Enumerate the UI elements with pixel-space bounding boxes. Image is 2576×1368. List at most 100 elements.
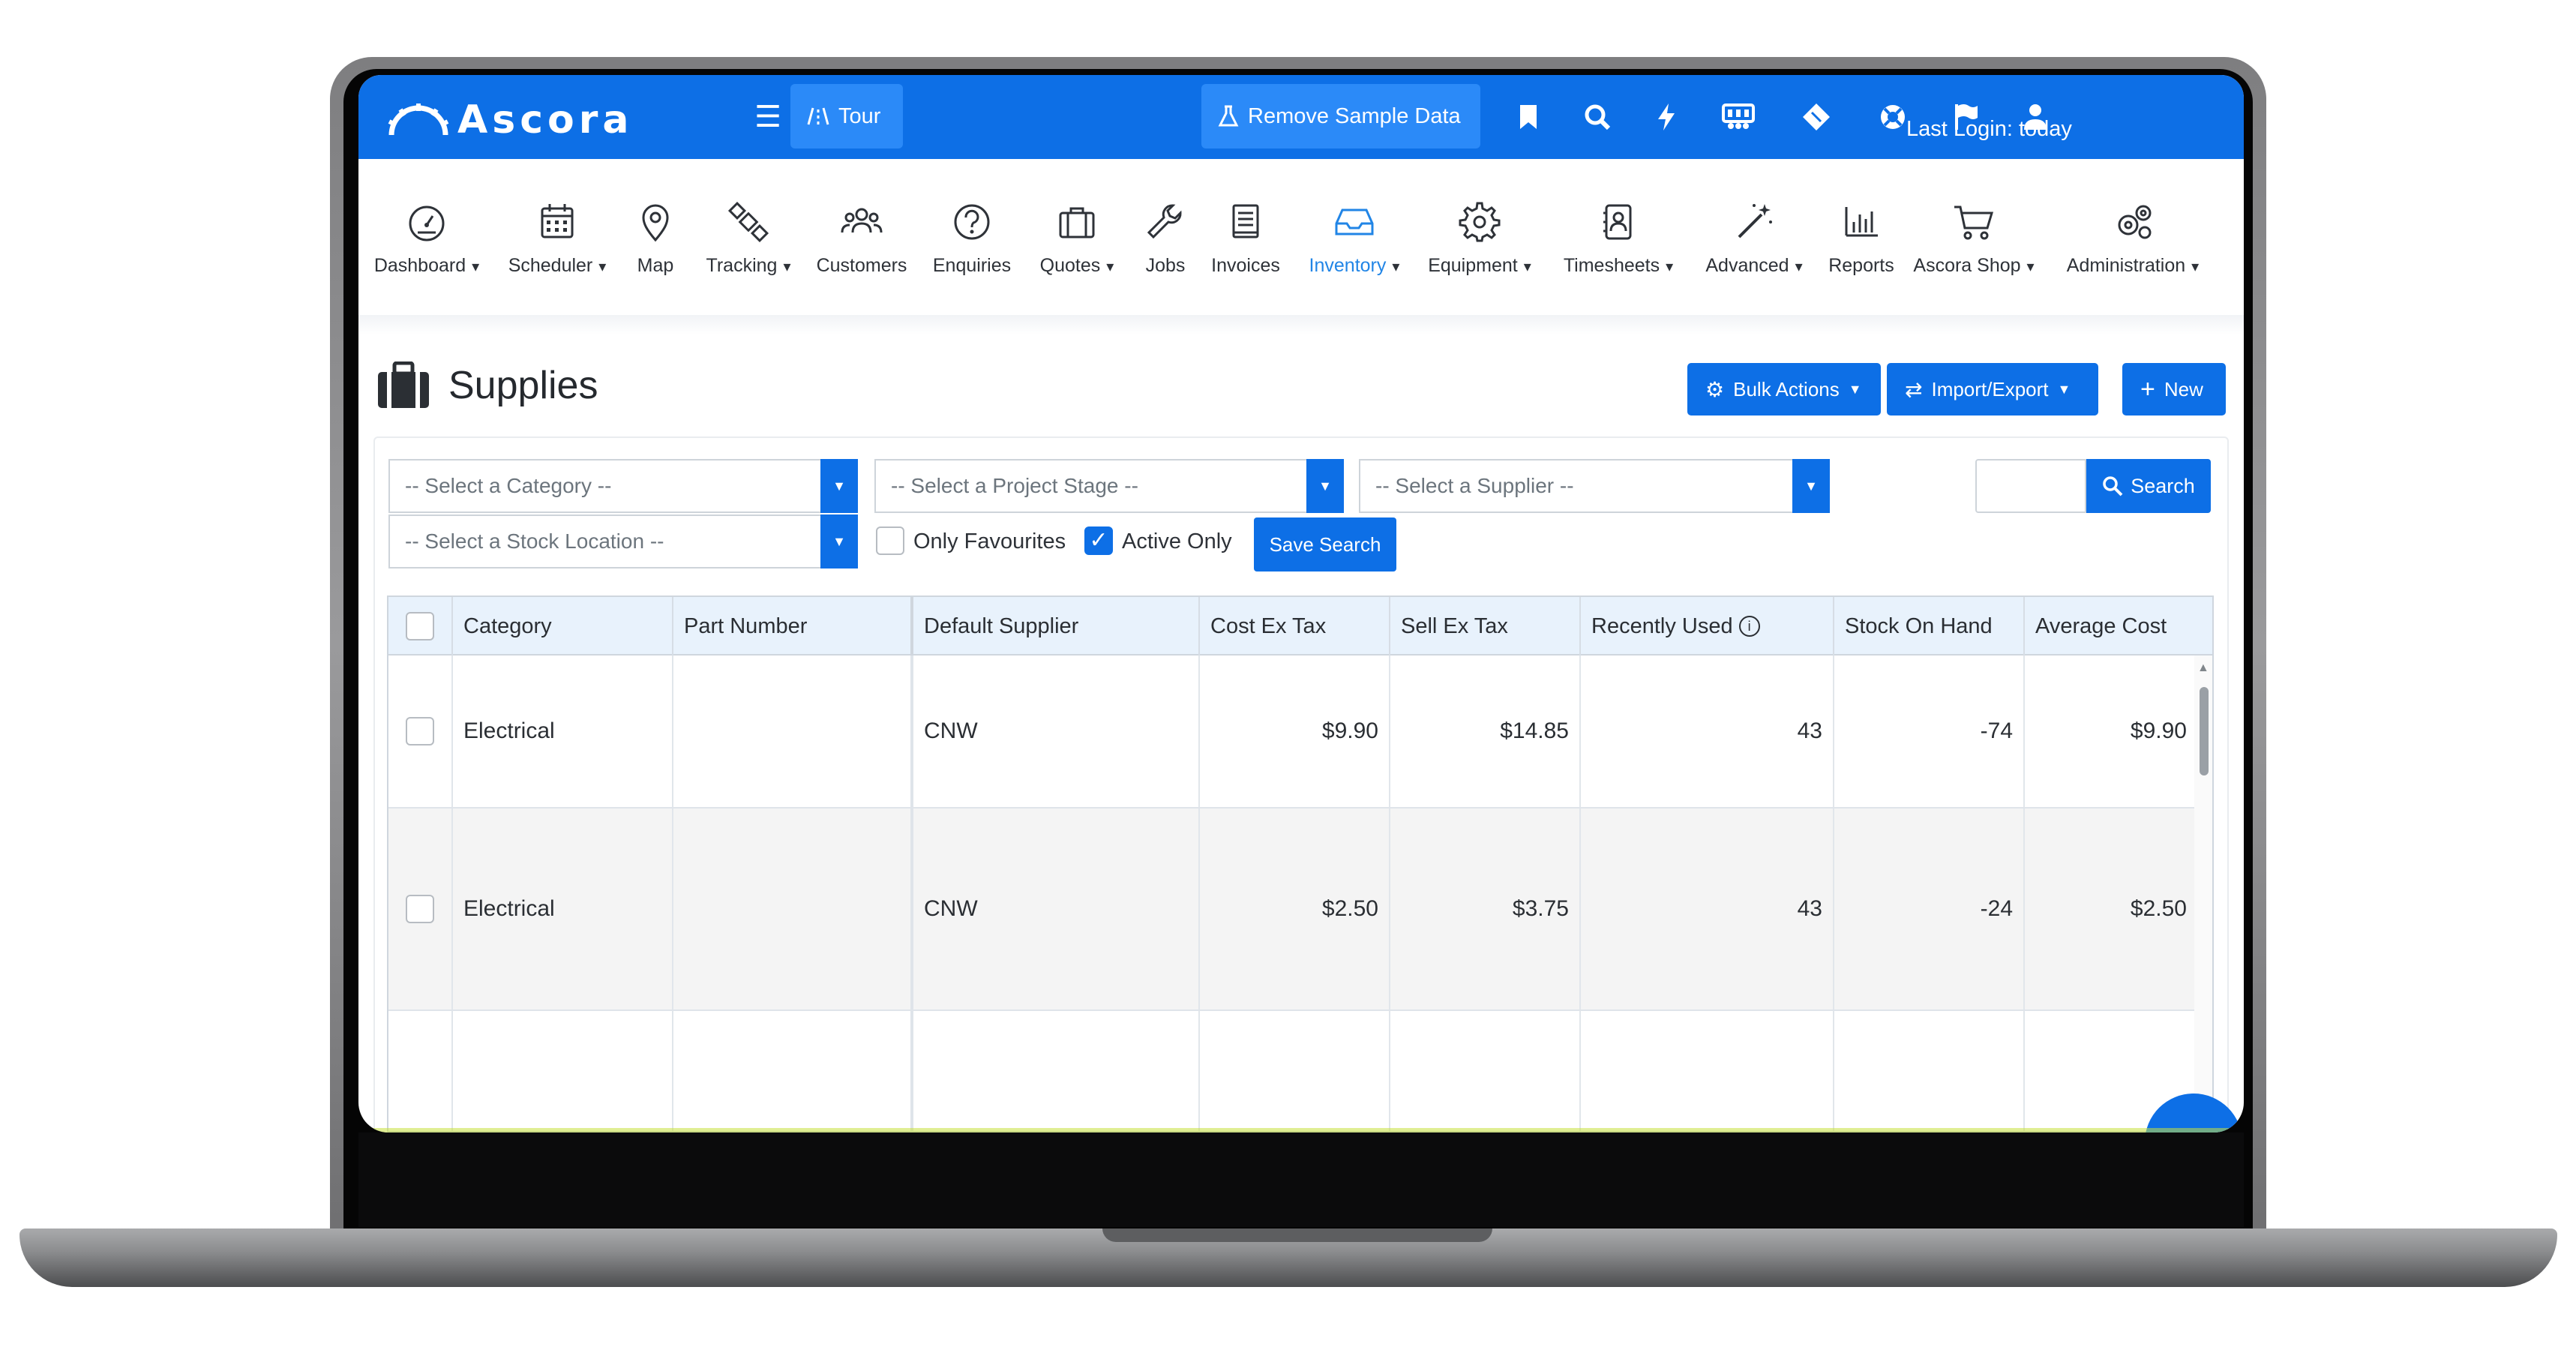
column-header-average-cost[interactable]: Average Cost: [2025, 597, 2212, 656]
lightning-icon[interactable]: [1644, 94, 1689, 140]
module-label: Equipment: [1428, 255, 1518, 276]
row-checkbox[interactable]: [406, 717, 434, 746]
save-search-button[interactable]: Save Search: [1254, 518, 1396, 572]
cell-cost: [1200, 1011, 1390, 1131]
project-stage-select[interactable]: -- Select a Project Stage -- ▼: [874, 459, 1344, 513]
tour-label: Tour: [838, 104, 881, 128]
cart-icon: [1954, 206, 1994, 240]
brand-logo[interactable]: Ascora: [387, 98, 633, 142]
column-header-stock-on-hand[interactable]: Stock On Hand: [1834, 597, 2025, 656]
cell-sell: $14.85: [1390, 656, 1581, 807]
cell-supplier: [913, 1011, 1200, 1131]
column-header-cost-ex-tax[interactable]: Cost Ex Tax: [1200, 597, 1390, 656]
module-equipment[interactable]: Equipment ▾: [1422, 200, 1537, 277]
cell-recently-used: 43: [1581, 656, 1834, 807]
stock-location-select-value: -- Select a Stock Location --: [405, 530, 664, 553]
module-scheduler[interactable]: Scheduler ▾: [502, 200, 612, 277]
chevron-down-icon: ▼: [1792, 459, 1830, 513]
table-row[interactable]: Electrical CNW $2.50 $3.75 43 -24 $2.50: [388, 808, 2197, 1011]
module-reports[interactable]: Reports: [1824, 200, 1899, 277]
new-button[interactable]: + New: [2122, 363, 2226, 416]
module-inventory[interactable]: Inventory ▾: [1300, 200, 1408, 277]
tour-button[interactable]: Tour: [790, 84, 903, 148]
module-advanced[interactable]: Advanced ▾: [1699, 200, 1809, 277]
row-checkbox[interactable]: [406, 895, 434, 923]
module-jobs[interactable]: Jobs: [1135, 200, 1195, 277]
remove-sample-data-label: Remove Sample Data: [1248, 104, 1461, 128]
cell-category: Electrical: [453, 808, 673, 1010]
import-export-label: Import/Export: [1931, 377, 2049, 400]
search-button[interactable]: Search: [2086, 459, 2211, 513]
module-timesheets[interactable]: Timesheets ▾: [1557, 200, 1680, 277]
stock-location-select[interactable]: -- Select a Stock Location -- ▼: [388, 514, 858, 568]
remove-sample-data-button[interactable]: Remove Sample Data: [1201, 84, 1480, 148]
gears-icon: [2118, 205, 2152, 239]
module-ascora-shop[interactable]: Ascora Shop ▾: [1906, 200, 2041, 277]
cell-stock-on-hand: [1834, 1011, 2025, 1131]
row-select-cell: [388, 808, 453, 1010]
question-icon: [954, 204, 990, 240]
module-quotes[interactable]: Quotes ▾: [1032, 200, 1122, 277]
module-tracking[interactable]: Tracking ▾: [696, 200, 801, 277]
search-input[interactable]: [1975, 459, 2086, 513]
only-favourites-checkbox[interactable]: [876, 526, 904, 555]
cell-recently-used: 43: [1581, 808, 1834, 1010]
module-map[interactable]: Map: [625, 200, 685, 277]
scroll-up-arrow-icon[interactable]: ▲: [2197, 662, 2209, 675]
hamburger-menu-icon[interactable]: ☰: [745, 94, 790, 140]
top-bar: Ascora ☰ Tour Remove Sample Data Last Lo…: [358, 75, 2244, 159]
column-header-sell-ex-tax[interactable]: Sell Ex Tax: [1390, 597, 1581, 656]
calendar-icon: [541, 204, 574, 238]
supplier-select[interactable]: -- Select a Supplier -- ▼: [1359, 459, 1830, 513]
caret-down-icon: ▼: [2057, 381, 2071, 397]
module-dashboard[interactable]: Dashboard ▾: [369, 200, 484, 277]
table-row[interactable]: [388, 1011, 2197, 1131]
cell-sell: [1390, 1011, 1581, 1131]
search-icon[interactable]: [1575, 94, 1620, 140]
module-administration[interactable]: Administration ▾: [2055, 200, 2211, 277]
module-enquiries[interactable]: Enquiries: [927, 200, 1017, 277]
screen-edge-highlight: [358, 1128, 2244, 1132]
import-export-button[interactable]: ⇄ Import/Export ▼: [1887, 363, 2098, 416]
column-header-recently-used[interactable]: Recently Used i: [1581, 597, 1834, 656]
table-row[interactable]: Electrical CNW $9.90 $14.85 43 -74 $9.90: [388, 656, 2197, 808]
gear-icon: ⚙: [1705, 377, 1725, 401]
module-label: Jobs: [1145, 255, 1186, 276]
ticket-icon[interactable]: [1794, 94, 1839, 140]
cell-category: [453, 1011, 673, 1131]
speedometer-icon: [409, 206, 445, 242]
chevron-down-icon: ▼: [820, 459, 858, 513]
cell-cost: $2.50: [1200, 808, 1390, 1010]
module-label: Administration: [2066, 255, 2186, 276]
info-icon[interactable]: i: [1738, 616, 1760, 637]
module-customers[interactable]: Customers: [813, 200, 910, 277]
module-label: Advanced: [1705, 255, 1789, 276]
column-header-category[interactable]: Category: [453, 597, 673, 656]
select-all-checkbox[interactable]: [406, 612, 434, 640]
team-board-icon[interactable]: [1716, 94, 1761, 140]
bulk-actions-button[interactable]: ⚙ Bulk Actions ▼: [1687, 363, 1881, 416]
inbox-icon: [1335, 208, 1374, 236]
bookmark-icon[interactable]: [1506, 94, 1551, 140]
caret-down-icon: ▼: [1848, 381, 1862, 397]
cell-stock-on-hand: -24: [1834, 808, 2025, 1010]
column-header-part-number[interactable]: Part Number: [673, 597, 913, 656]
recently-used-label: Recently Used: [1591, 614, 1733, 638]
cell-category: Electrical: [453, 656, 673, 807]
scroll-thumb[interactable]: [2200, 687, 2209, 776]
search-icon: [2103, 476, 2123, 496]
cell-part-number: [673, 808, 913, 1010]
active-only-checkbox[interactable]: ✓: [1084, 526, 1113, 555]
module-invoices[interactable]: Invoices: [1204, 200, 1287, 277]
category-select[interactable]: -- Select a Category -- ▼: [388, 459, 858, 513]
module-label: Dashboard: [373, 255, 466, 276]
cell-recently-used: [1581, 1011, 1834, 1131]
laptop-base-notch: [1102, 1228, 1492, 1242]
column-header-default-supplier[interactable]: Default Supplier: [913, 597, 1200, 656]
table-scrollbar[interactable]: ▲: [2194, 656, 2212, 1131]
wrench-icon: [1147, 204, 1182, 239]
module-label: Ascora Shop: [1913, 255, 2021, 276]
sun-logo-icon: [388, 104, 449, 136]
cell-part-number: [673, 656, 913, 807]
new-label: New: [2164, 377, 2203, 400]
